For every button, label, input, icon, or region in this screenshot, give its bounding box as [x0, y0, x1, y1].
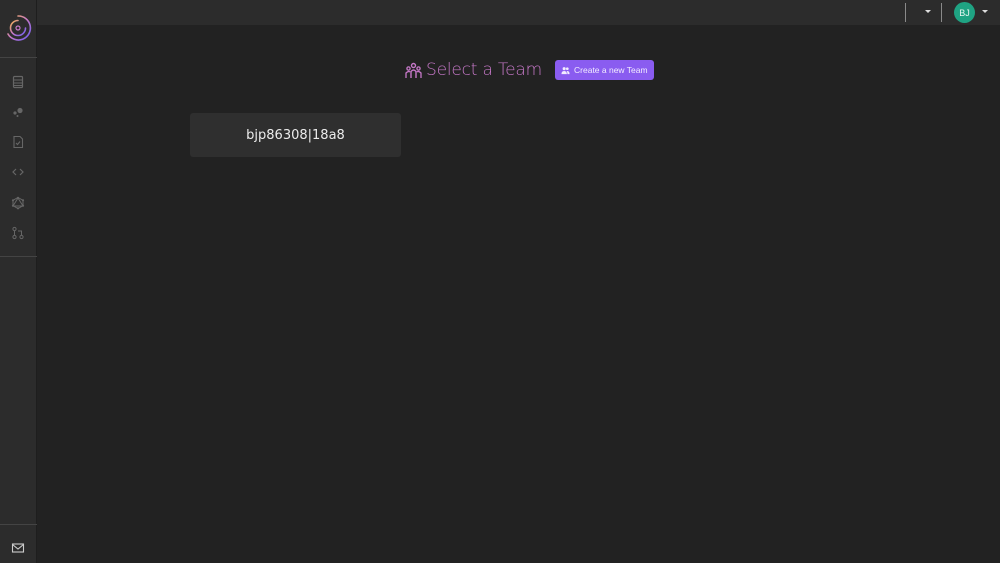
top-bar: [37, 0, 1000, 25]
user-menu-caret-icon[interactable]: [982, 10, 988, 13]
sidebar-item-code[interactable]: [11, 165, 25, 179]
sidebar: [0, 0, 37, 563]
users-icon: [561, 66, 570, 74]
workspace-dropdown-caret-icon[interactable]: [925, 10, 931, 13]
team-icon: [405, 62, 422, 78]
list-icon: [12, 75, 24, 89]
sidebar-divider-top: [0, 57, 37, 58]
create-team-button[interactable]: Create a new Team: [555, 60, 654, 80]
topbar-separator: [941, 3, 942, 22]
team-card[interactable]: bjp86308|18a8: [190, 113, 401, 157]
mail-icon: [11, 543, 25, 553]
sidebar-divider-bottom: [0, 524, 37, 525]
app-logo[interactable]: [4, 14, 32, 42]
user-avatar[interactable]: BJ: [954, 2, 975, 23]
team-name: bjp86308|18a8: [246, 127, 345, 143]
sidebar-item-graphql[interactable]: [11, 196, 25, 210]
code-icon: [12, 168, 24, 176]
page-header: Select a Team Create a new Team: [405, 60, 654, 80]
sidebar-item-clusters[interactable]: [11, 105, 25, 119]
topbar-separator: [905, 3, 906, 22]
create-team-label: Create a new Team: [574, 65, 648, 75]
git-pull-request-icon: [12, 226, 24, 240]
page-title: Select a Team: [426, 60, 543, 80]
sidebar-item-data[interactable]: [11, 75, 25, 89]
sidebar-divider-middle: [0, 256, 37, 257]
sidebar-item-mail[interactable]: [11, 541, 25, 555]
clusters-icon: [13, 107, 23, 117]
sidebar-item-tests[interactable]: [11, 135, 25, 149]
avatar-initials: BJ: [959, 7, 970, 18]
graphql-icon: [11, 196, 25, 210]
sidebar-item-pull-requests[interactable]: [11, 226, 25, 240]
file-check-icon: [13, 135, 24, 149]
